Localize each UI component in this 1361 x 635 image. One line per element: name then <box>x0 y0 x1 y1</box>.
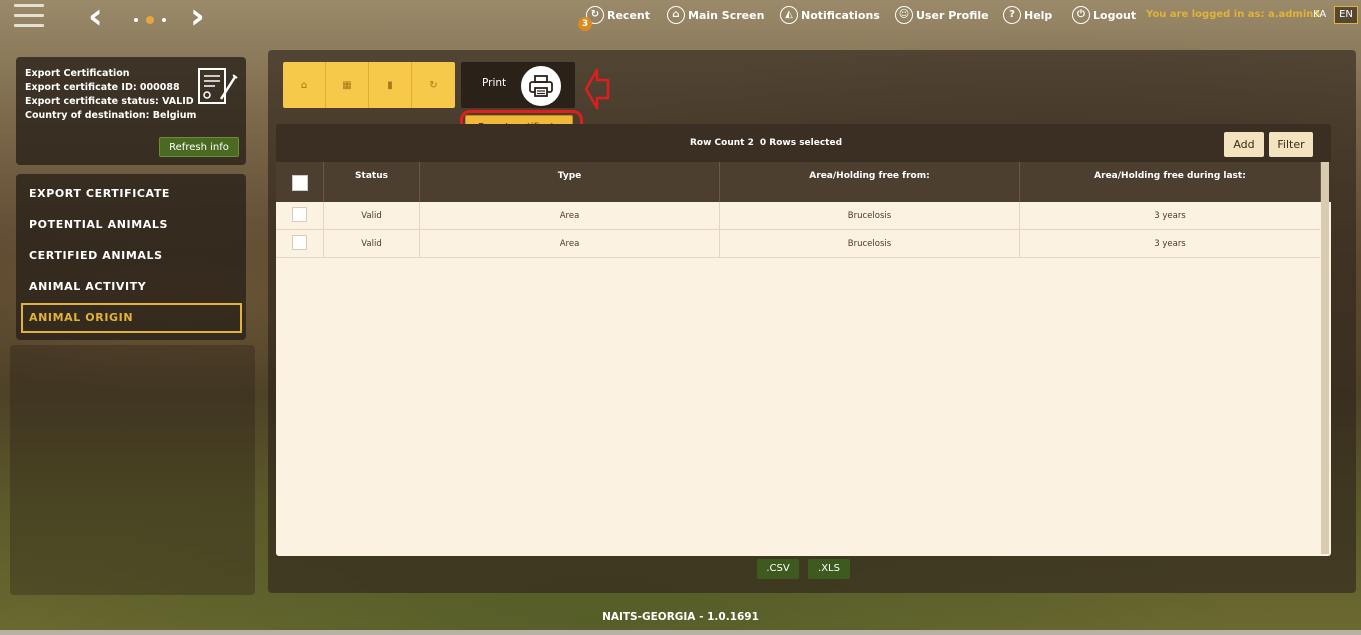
toolbar-home-button[interactable]: ⌂ <box>283 62 326 108</box>
cell-free-from: Brucelosis <box>720 202 1020 230</box>
menu-user-profile-label: User Profile <box>916 8 989 22</box>
cell-free-from: Brucelosis <box>720 230 1020 258</box>
cell-free-during: 3 years <box>1154 239 1186 249</box>
forward-arrow-icon[interactable]: › <box>190 0 205 35</box>
user-icon: ☺ <box>895 6 913 24</box>
toolbar: ⌂ ▦ ▮ ↻ <box>283 62 455 108</box>
print-menu[interactable]: Print <box>461 62 575 108</box>
menu-help-label: Help <box>1024 8 1053 22</box>
menu-logout[interactable]: ⏻ Logout <box>1072 0 1136 30</box>
lang-en-button[interactable]: EN <box>1334 6 1358 24</box>
sidebar-nav: EXPORT CERTIFICATE POTENTIAL ANIMALS CER… <box>16 174 246 340</box>
filter-button[interactable]: Filter <box>1269 132 1313 157</box>
refresh-info-button[interactable]: Refresh info <box>159 137 239 157</box>
cell-type: Area <box>420 202 720 230</box>
menu-main-screen[interactable]: ⌂ Main Screen <box>667 0 764 30</box>
footer-version: NAITS-GEORGIA - 1.0.1691 <box>602 611 759 623</box>
cell-status: Valid <box>324 202 420 230</box>
hamburger-menu-icon[interactable] <box>14 4 44 30</box>
info-destination: Country of destination: Belgium <box>25 110 197 121</box>
info-certificate-status: Export certificate status: VALID <box>25 96 194 107</box>
refresh-icon: ↻ <box>429 79 438 91</box>
column-header-free-from[interactable]: Area/Holding free from: <box>720 162 1020 202</box>
rows-selected-label: 0 Rows selected <box>759 138 843 148</box>
cell-type: Area <box>420 230 720 258</box>
sidebar-item-certified-animals[interactable]: CERTIFIED ANIMALS <box>21 241 242 271</box>
menu-main-screen-label: Main Screen <box>688 8 765 22</box>
sidebar-lower-panel <box>10 345 255 595</box>
cell-status: Valid <box>324 230 420 258</box>
history-dots-icon[interactable] <box>130 16 170 24</box>
table-row[interactable]: Valid Area Brucelosis 3 years <box>276 202 1320 230</box>
menu-recent[interactable]: ↻ Recent <box>586 0 650 30</box>
menu-notifications[interactable]: ◭ Notifications <box>780 0 880 30</box>
row-select-cell <box>276 202 324 230</box>
select-all-checkbox[interactable] <box>292 175 308 191</box>
sidebar-item-export-certificate[interactable]: EXPORT CERTIFICATE <box>21 179 242 209</box>
back-arrow-icon[interactable]: ‹ <box>88 0 103 35</box>
printer-icon[interactable] <box>519 64 563 108</box>
row-count-label: Row Count 2 <box>690 138 754 148</box>
column-header-status[interactable]: Status <box>324 162 420 202</box>
table-row[interactable]: Valid Area Brucelosis 3 years <box>276 230 1320 258</box>
info-title: Export Certification <box>25 68 130 79</box>
menu-recent-label: Recent <box>607 8 651 22</box>
toolbar-bookmark-button[interactable]: ▮ <box>369 62 412 108</box>
info-certificate-id: Export certificate ID: 000088 <box>25 82 180 93</box>
bookmark-icon: ▮ <box>387 79 393 91</box>
sidebar-item-potential-animals[interactable]: POTENTIAL ANIMALS <box>21 210 242 240</box>
export-xls-button[interactable]: .XLS <box>808 559 850 579</box>
column-header-free-during[interactable]: Area/Holding free during last: <box>1020 162 1321 202</box>
home-icon: ⌂ <box>300 79 308 91</box>
print-label: Print <box>482 77 507 89</box>
column-header-type[interactable]: Type <box>420 162 720 202</box>
logged-in-user: You are logged in as: a.admin3 <box>1146 9 1321 20</box>
cell-free-during: 3 years <box>1154 211 1186 221</box>
row-count: Row Count 2 0 Rows selected <box>690 138 842 148</box>
home-icon: ⌂ <box>667 6 685 24</box>
sidebar-item-animal-origin[interactable]: ANIMAL ORIGIN <box>21 303 242 333</box>
grid-scrollbar[interactable] <box>1321 162 1329 554</box>
row-select-cell <box>276 230 324 258</box>
menu-logout-label: Logout <box>1093 8 1137 22</box>
bottom-strip <box>0 630 1361 635</box>
certificate-document-icon <box>198 68 238 104</box>
row-checkbox[interactable] <box>292 207 307 222</box>
top-bar: ‹ › ↻ Recent 3 ⌂ Main Screen ◭ Notification… <box>0 0 1361 36</box>
grid-icon: ▦ <box>342 79 352 91</box>
menu-notifications-label: Notifications <box>801 8 880 22</box>
recent-count-badge: 3 <box>578 17 592 31</box>
menu-user-profile[interactable]: ☺ User Profile <box>895 0 989 30</box>
add-button[interactable]: Add <box>1224 132 1264 157</box>
power-icon: ⏻ <box>1072 6 1090 24</box>
bell-icon: ◭ <box>780 6 798 24</box>
lang-ka-button[interactable]: KA <box>1313 0 1326 30</box>
help-icon: ? <box>1003 6 1021 24</box>
toolbar-refresh-button[interactable]: ↻ <box>412 62 455 108</box>
annotation-arrow-icon <box>584 68 610 110</box>
row-checkbox[interactable] <box>292 235 307 250</box>
menu-help[interactable]: ? Help <box>1003 0 1052 30</box>
toolbar-grid-button[interactable]: ▦ <box>326 62 369 108</box>
export-csv-button[interactable]: .CSV <box>757 559 799 579</box>
sidebar-item-animal-activity[interactable]: ANIMAL ACTIVITY <box>21 272 242 302</box>
